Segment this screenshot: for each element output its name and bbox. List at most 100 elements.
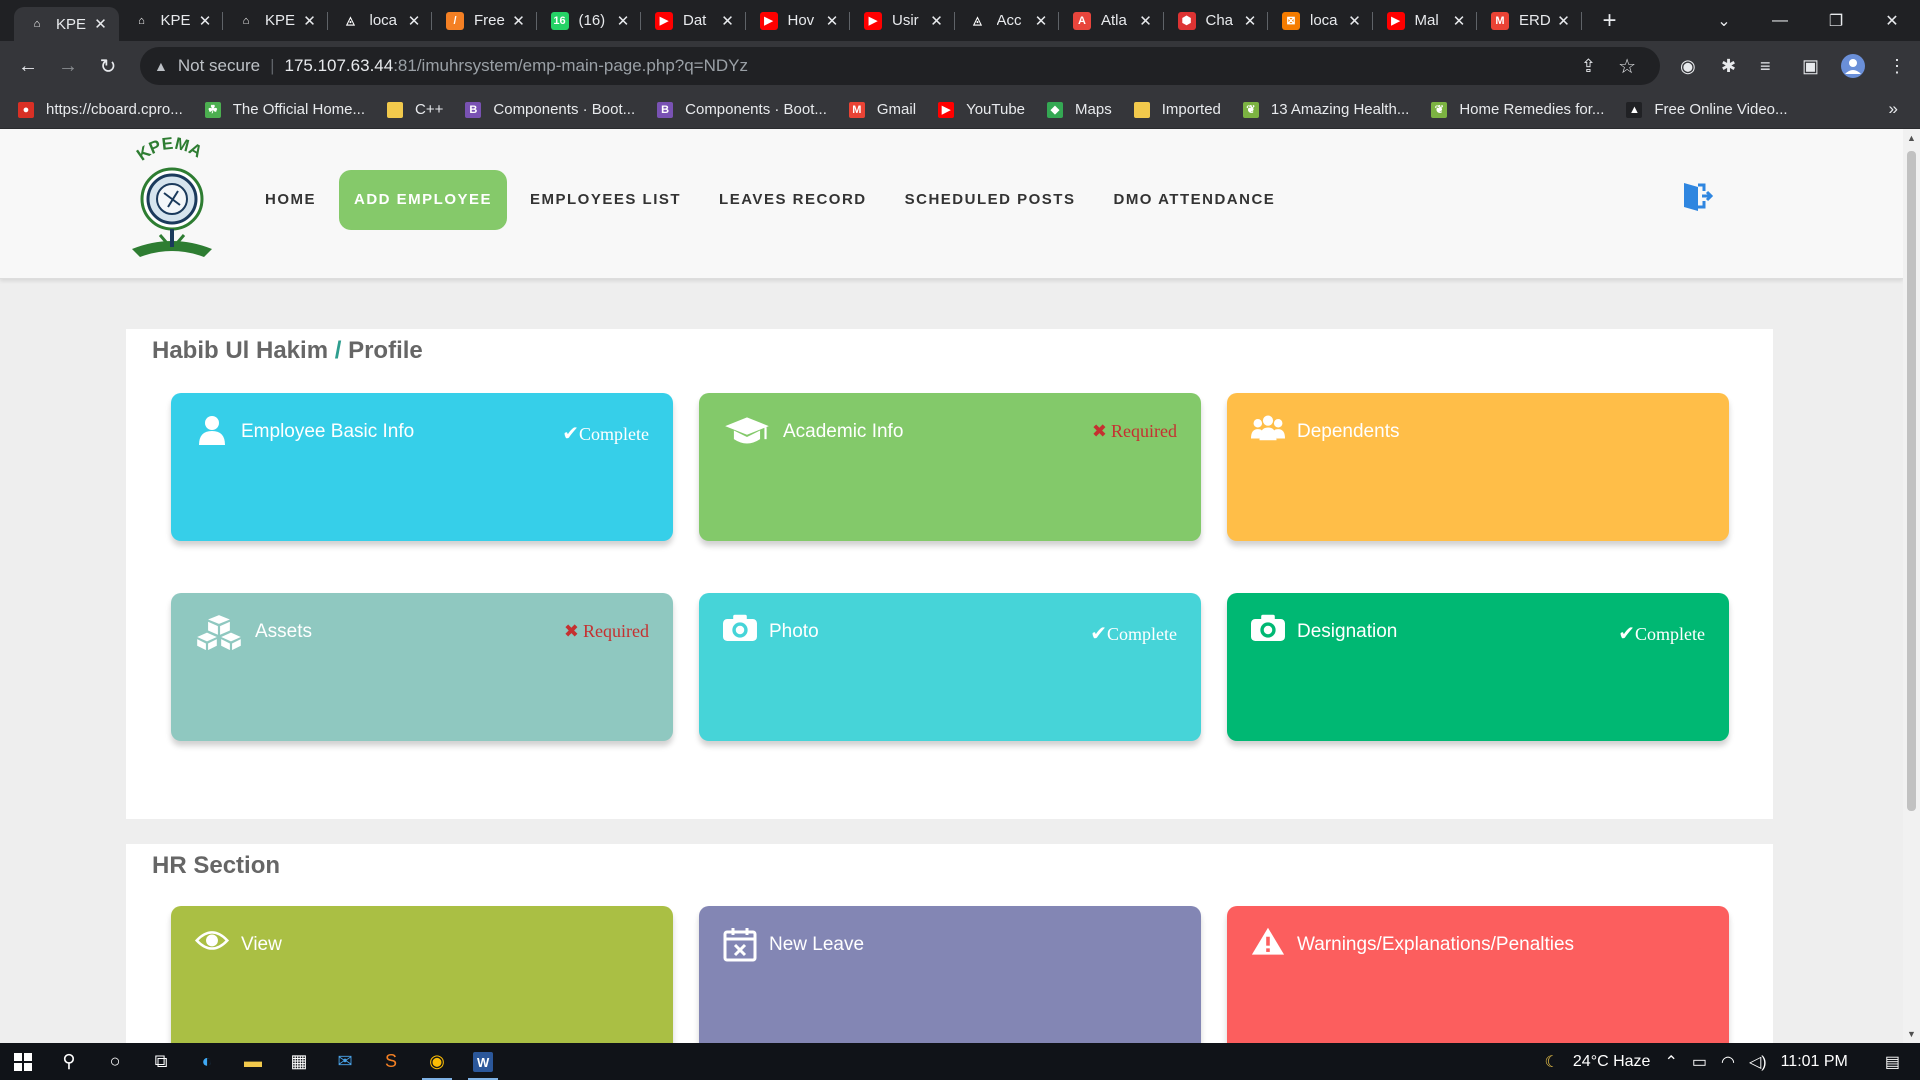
battery-icon[interactable]: ▭	[1692, 1052, 1707, 1072]
tab-close-icon[interactable]: ✕	[302, 12, 318, 30]
mail-icon[interactable]: ✉	[322, 1043, 368, 1080]
notifications-icon[interactable]: ▤	[1885, 1052, 1900, 1072]
file-explorer-icon[interactable]: ▬	[230, 1043, 276, 1080]
tab-close-icon[interactable]: ✕	[824, 12, 840, 30]
bookmark-item[interactable]: ❦ 13 Amazing Health...	[1242, 101, 1409, 118]
tab-close-icon[interactable]: ✕	[1556, 12, 1572, 30]
browser-tab[interactable]: ▶ Hov ✕	[746, 0, 851, 41]
nav-leaves-record[interactable]: LEAVES RECORD	[704, 170, 882, 230]
side-panel-icon[interactable]: ▣	[1802, 41, 1819, 91]
logout-icon[interactable]	[1680, 179, 1714, 213]
nav-scheduled-posts[interactable]: SCHEDULED POSTS	[890, 170, 1091, 230]
bookmark-item[interactable]: M Gmail	[848, 101, 916, 118]
tab-close-icon[interactable]: ✕	[1242, 12, 1258, 30]
scroll-down-icon[interactable]: ▼	[1907, 1029, 1916, 1039]
nav-home[interactable]: HOME	[250, 170, 331, 230]
wifi-icon[interactable]: ◠	[1721, 1052, 1735, 1072]
bookmark-item[interactable]: ▲ Free Online Video...	[1626, 101, 1788, 118]
tab-close-icon[interactable]: ✕	[511, 12, 527, 30]
scrollbar-thumb[interactable]	[1907, 151, 1916, 811]
extension-globe-icon[interactable]: ◉	[1680, 41, 1696, 91]
reading-list-icon[interactable]: ≡	[1760, 41, 1771, 91]
bookmark-item[interactable]: ☘ The Official Home...	[204, 101, 365, 118]
card-new-leave[interactable]: New Leave	[699, 906, 1201, 1043]
share-icon[interactable]: ⇪	[1581, 56, 1596, 77]
bookmark-item[interactable]: C++	[387, 101, 443, 118]
new-tab-button[interactable]: +	[1590, 7, 1630, 35]
minimize-icon[interactable]: —	[1752, 12, 1808, 30]
browser-tab[interactable]: A Atla ✕	[1059, 0, 1164, 41]
browser-tab[interactable]: ⌂ KPE ✕	[119, 0, 224, 41]
edge-icon[interactable]: ◐	[184, 1043, 230, 1080]
card-dependents[interactable]: Dependents 8	[1227, 393, 1729, 541]
browser-tab[interactable]: ▶ Usir ✕	[850, 0, 955, 41]
browser-tab[interactable]: ◬ Acc ✕	[955, 0, 1060, 41]
card-academic-info[interactable]: Academic Info ✖ Required	[699, 393, 1201, 541]
tab-close-icon[interactable]: ✕	[615, 12, 631, 30]
browser-tab[interactable]: ⌂ KPE ✕	[14, 7, 119, 41]
extensions-puzzle-icon[interactable]: ✱	[1721, 41, 1736, 91]
store-icon[interactable]: ▦	[276, 1043, 322, 1080]
search-icon[interactable]: ⚲	[46, 1043, 92, 1080]
nav-employees-list[interactable]: EMPLOYEES LIST	[515, 170, 696, 230]
card-warnings-explanations-penalties[interactable]: Warnings/Explanations/Penalties 0	[1227, 906, 1729, 1043]
restore-icon[interactable]: ❐	[1808, 11, 1864, 31]
browser-tab[interactable]: 16 (16) ✕	[537, 0, 642, 41]
scroll-up-icon[interactable]: ▲	[1907, 133, 1916, 143]
tab-close-icon[interactable]: ✕	[1033, 12, 1049, 30]
more-bookmarks-icon[interactable]: »	[1889, 99, 1898, 119]
sublime-icon[interactable]: S	[368, 1043, 414, 1080]
nav-dmo-attendance[interactable]: DMO ATTENDANCE	[1098, 170, 1290, 230]
bookmark-icon: M	[848, 101, 865, 118]
tab-close-icon[interactable]: ✕	[1451, 12, 1467, 30]
bookmark-star-icon[interactable]: ☆	[1618, 54, 1636, 79]
card-view[interactable]: View	[171, 906, 673, 1043]
show-hidden-icons[interactable]: ⌃	[1664, 1052, 1677, 1072]
bookmark-item[interactable]: B Components · Boot...	[657, 101, 827, 118]
weather-status[interactable]: 24°C Haze	[1573, 1053, 1651, 1071]
browser-tab[interactable]: ⊠ loca ✕	[1268, 0, 1373, 41]
bookmark-item[interactable]: ● https://cboard.cpro...	[18, 101, 183, 118]
warning-triangle-icon[interactable]: ▲	[154, 58, 168, 74]
cortana-icon[interactable]: ○	[92, 1043, 138, 1080]
forward-icon[interactable]: →	[48, 55, 88, 78]
card-designation[interactable]: Designation ✔Complete	[1227, 593, 1729, 741]
card-photo[interactable]: Photo ✔Complete	[699, 593, 1201, 741]
browser-tab[interactable]: ▶ Dat ✕	[641, 0, 746, 41]
browser-tab[interactable]: ▶ Mal ✕	[1373, 0, 1478, 41]
word-icon[interactable]: W	[460, 1043, 506, 1080]
volume-icon[interactable]: ◁)	[1749, 1052, 1767, 1072]
task-view-icon[interactable]: ⧉	[138, 1043, 184, 1080]
browser-menu-icon[interactable]: ⋮	[1888, 41, 1906, 91]
back-icon[interactable]: ←	[8, 55, 48, 78]
tab-search-icon[interactable]: ⌄	[1696, 11, 1752, 31]
bookmark-item[interactable]: ◆ Maps	[1047, 101, 1112, 118]
reload-icon[interactable]: ↻	[88, 54, 128, 79]
bookmark-item[interactable]: ❦ Home Remedies for...	[1431, 101, 1604, 118]
tab-close-icon[interactable]: ✕	[406, 12, 422, 30]
tab-close-icon[interactable]: ✕	[720, 12, 736, 30]
nav-add-employee[interactable]: ADD EMPLOYEE	[339, 170, 508, 230]
card-assets[interactable]: Assets ✖ Required	[171, 593, 673, 741]
browser-tab[interactable]: ⬢ Cha ✕	[1164, 0, 1269, 41]
browser-tab[interactable]: M ERD ✕	[1477, 0, 1582, 41]
profile-avatar[interactable]	[1840, 41, 1866, 91]
card-employee-basic-info[interactable]: Employee Basic Info ✔Complete	[171, 393, 673, 541]
tab-close-icon[interactable]: ✕	[1347, 12, 1363, 30]
browser-tab[interactable]: ◬ loca ✕	[328, 0, 433, 41]
bookmark-item[interactable]: Imported	[1133, 101, 1221, 118]
close-window-icon[interactable]: ✕	[1864, 11, 1920, 31]
tab-close-icon[interactable]: ✕	[929, 12, 945, 30]
tab-close-icon[interactable]: ✕	[197, 12, 213, 30]
bookmark-item[interactable]: ▶ YouTube	[938, 101, 1025, 118]
windows-start-icon[interactable]	[0, 1043, 46, 1080]
page-scrollbar[interactable]: ▲ ▼	[1903, 129, 1920, 1043]
browser-tab[interactable]: / Free ✕	[432, 0, 537, 41]
clock[interactable]: 11:01 PM	[1781, 1053, 1848, 1071]
url-bar[interactable]: ▲ Not secure | 175.107.63.44 :81/imuhrsy…	[140, 47, 1660, 85]
tab-close-icon[interactable]: ✕	[93, 15, 109, 33]
chrome-icon[interactable]: ◉	[414, 1043, 460, 1080]
browser-tab[interactable]: ⌂ KPE ✕	[223, 0, 328, 41]
tab-close-icon[interactable]: ✕	[1138, 12, 1154, 30]
bookmark-item[interactable]: B Components · Boot...	[465, 101, 635, 118]
